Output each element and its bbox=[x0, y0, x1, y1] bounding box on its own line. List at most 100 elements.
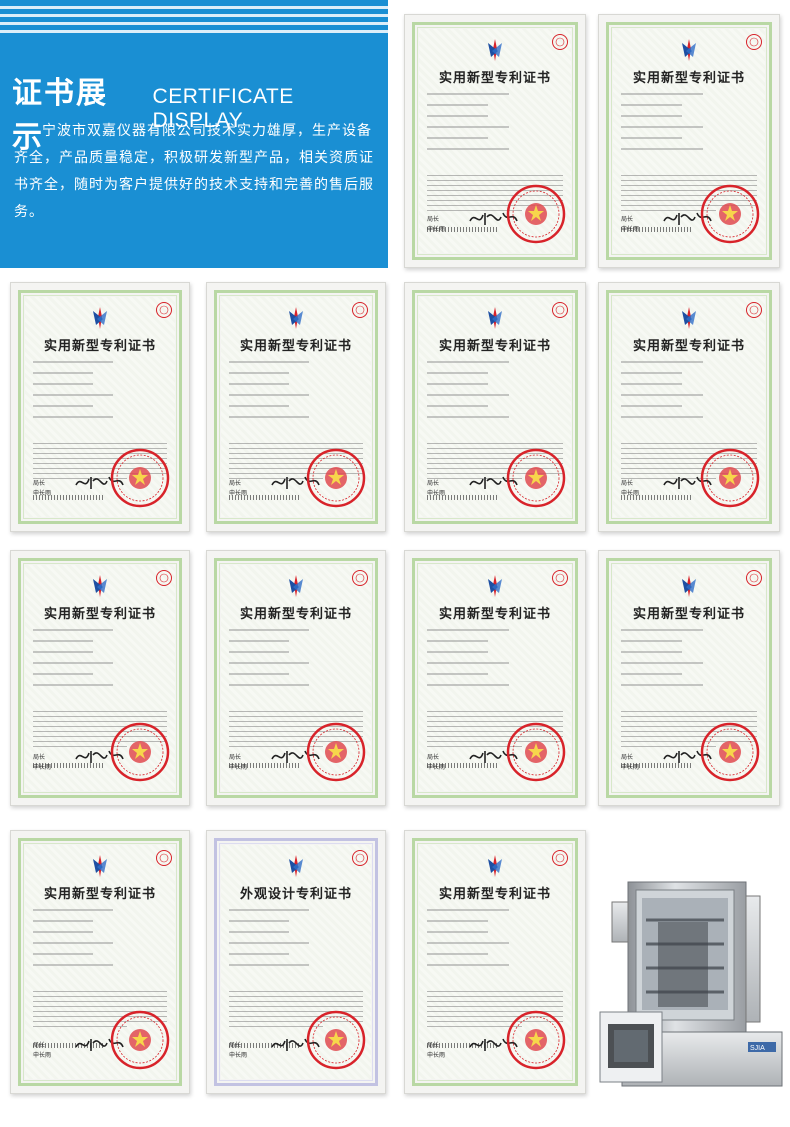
patent-certificate: 实用新型专利证书 局长 申长雨 bbox=[598, 14, 780, 268]
certificate-fields bbox=[621, 629, 757, 695]
patent-certificate: 实用新型专利证书 局长 申长雨 bbox=[404, 282, 586, 532]
cnipa-logo-icon bbox=[93, 855, 107, 877]
director-label: 局长 bbox=[229, 480, 242, 487]
cnipa-logo-icon bbox=[289, 855, 303, 877]
cnipa-logo-icon bbox=[488, 575, 502, 597]
cnipa-logo-icon bbox=[93, 307, 107, 329]
certificate-fields bbox=[229, 909, 363, 975]
director-name: 申长雨 bbox=[427, 226, 446, 233]
certificate-title: 实用新型专利证书 bbox=[632, 607, 745, 622]
certificate-title: 实用新型专利证书 bbox=[632, 339, 745, 354]
certificate-fields bbox=[427, 361, 563, 427]
director-name: 申长雨 bbox=[33, 490, 52, 497]
certificate-title: 实用新型专利证书 bbox=[43, 607, 156, 622]
cnipa-logo-icon bbox=[682, 575, 696, 597]
official-stamp-icon bbox=[506, 722, 566, 782]
certificate-fields bbox=[33, 909, 167, 975]
patent-certificate: 实用新型专利证书 局长 申长雨 bbox=[206, 550, 386, 806]
brand-mark: SJIA bbox=[750, 1045, 765, 1052]
certificate-title: 实用新型专利证书 bbox=[43, 887, 156, 902]
official-stamp-icon bbox=[700, 722, 760, 782]
director-label: 局长 bbox=[427, 480, 440, 487]
director-label: 局长 bbox=[33, 1042, 46, 1049]
cnipa-logo-icon bbox=[289, 575, 303, 597]
certificate-title: 实用新型专利证书 bbox=[438, 339, 551, 354]
director-name: 申长雨 bbox=[229, 1052, 248, 1059]
certificate-fields bbox=[427, 629, 563, 695]
small-seal-icon bbox=[552, 302, 568, 318]
official-stamp-icon bbox=[110, 722, 170, 782]
certificate-banner: 证书展示 CERTIFICATE DISPLAY 宁波市双嘉仪器有限公司技术实力… bbox=[0, 0, 388, 268]
certificate-title: 实用新型专利证书 bbox=[43, 339, 156, 354]
certificate-fields bbox=[621, 93, 757, 159]
official-stamp-icon bbox=[700, 184, 760, 244]
certificate-title: 实用新型专利证书 bbox=[239, 339, 352, 354]
director-name: 申长雨 bbox=[621, 490, 640, 497]
cnipa-logo-icon bbox=[488, 307, 502, 329]
small-seal-icon bbox=[552, 570, 568, 586]
director-name: 申长雨 bbox=[621, 764, 640, 771]
director-label: 局长 bbox=[229, 1042, 242, 1049]
patent-certificate: 实用新型专利证书 局长 申长雨 bbox=[10, 282, 190, 532]
official-stamp-icon bbox=[306, 448, 366, 508]
certificate-title: 实用新型专利证书 bbox=[239, 607, 352, 622]
small-seal-icon bbox=[352, 570, 368, 586]
certificate-title: 实用新型专利证书 bbox=[438, 607, 551, 622]
small-seal-icon bbox=[746, 302, 762, 318]
small-seal-icon bbox=[552, 34, 568, 50]
director-label: 局长 bbox=[621, 754, 634, 761]
certificate-fields bbox=[229, 629, 363, 695]
director-name: 申长雨 bbox=[427, 1052, 446, 1059]
certificate-title: 实用新型专利证书 bbox=[438, 887, 551, 902]
director-name: 申长雨 bbox=[229, 490, 248, 497]
official-stamp-icon bbox=[110, 448, 170, 508]
director-name: 申长雨 bbox=[427, 490, 446, 497]
patent-certificate: 实用新型专利证书 局长 申长雨 bbox=[206, 282, 386, 532]
official-stamp-icon bbox=[506, 448, 566, 508]
certificate-title: 实用新型专利证书 bbox=[438, 71, 551, 86]
cnipa-logo-icon bbox=[682, 39, 696, 61]
official-stamp-icon bbox=[306, 722, 366, 782]
patent-certificate: 实用新型专利证书 局长 申长雨 bbox=[598, 282, 780, 532]
certificate-fields bbox=[621, 361, 757, 427]
certificate-fields bbox=[427, 93, 563, 159]
certificate-fields bbox=[33, 361, 167, 427]
certificate-fields bbox=[427, 909, 563, 975]
director-label: 局长 bbox=[427, 754, 440, 761]
cnipa-logo-icon bbox=[289, 307, 303, 329]
patent-certificate: 实用新型专利证书 局长 申长雨 bbox=[10, 550, 190, 806]
certificate-title: 实用新型专利证书 bbox=[632, 71, 745, 86]
certificate-fields bbox=[229, 361, 363, 427]
small-seal-icon bbox=[746, 570, 762, 586]
official-stamp-icon bbox=[110, 1010, 170, 1070]
patent-certificate: 实用新型专利证书 局长 申长雨 bbox=[404, 14, 586, 268]
director-name: 申长雨 bbox=[621, 226, 640, 233]
director-name: 申长雨 bbox=[33, 1052, 52, 1059]
patent-certificate: 实用新型专利证书 局长 申长雨 bbox=[404, 550, 586, 806]
small-seal-icon bbox=[352, 302, 368, 318]
director-label: 局长 bbox=[229, 754, 242, 761]
cnipa-logo-icon bbox=[488, 39, 502, 61]
small-seal-icon bbox=[156, 570, 172, 586]
director-label: 局长 bbox=[621, 216, 634, 223]
certificate-fields bbox=[33, 629, 167, 695]
director-label: 局长 bbox=[427, 216, 440, 223]
small-seal-icon bbox=[352, 850, 368, 866]
freeze-dryer-image: SJIA bbox=[598, 862, 784, 1090]
cnipa-logo-icon bbox=[682, 307, 696, 329]
director-label: 局长 bbox=[427, 1042, 440, 1049]
official-stamp-icon bbox=[506, 1010, 566, 1070]
banner-stripes bbox=[0, 6, 388, 36]
certificate-title: 外观设计专利证书 bbox=[239, 887, 352, 902]
cnipa-logo-icon bbox=[93, 575, 107, 597]
official-stamp-icon bbox=[700, 448, 760, 508]
official-stamp-icon bbox=[306, 1010, 366, 1070]
director-name: 申长雨 bbox=[33, 764, 52, 771]
official-stamp-icon bbox=[506, 184, 566, 244]
patent-certificate: 实用新型专利证书 局长 申长雨 bbox=[404, 830, 586, 1094]
small-seal-icon bbox=[552, 850, 568, 866]
banner-description: 宁波市双嘉仪器有限公司技术实力雄厚，生产设备齐全，产品质量稳定，积极研发新型产品… bbox=[14, 123, 374, 220]
director-label: 局长 bbox=[33, 754, 46, 761]
patent-certificate: 实用新型专利证书 局长 申长雨 bbox=[598, 550, 780, 806]
patent-certificate: 实用新型专利证书 局长 申长雨 bbox=[10, 830, 190, 1094]
